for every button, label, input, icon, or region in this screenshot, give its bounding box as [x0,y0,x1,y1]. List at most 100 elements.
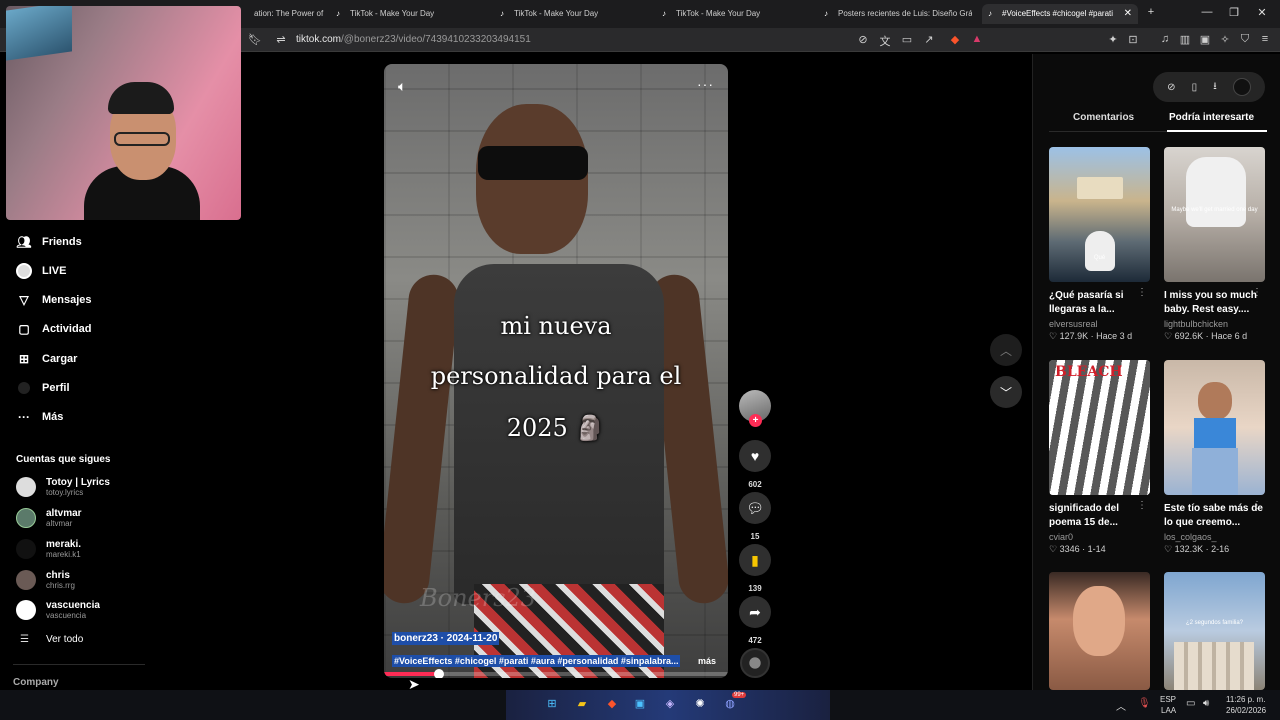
followed-account[interactable]: vascuencia vascuencia [16,598,166,624]
followed-account[interactable]: chris chris.rrg [16,568,166,594]
browser-tab-active[interactable]: ♪ #VoiceEffects #chicogel #parati ✕ [982,4,1138,24]
brave-browser-icon[interactable]: ◆ [604,696,620,712]
phone-icon[interactable]: ▯ [1192,82,1198,93]
discord-icon[interactable]: ◍ [722,696,738,712]
browser-tab[interactable]: ♪ TikTok - Make Your Day [494,4,644,24]
brave-shield-icon[interactable]: ◆ [948,33,962,46]
music-disc-icon[interactable] [740,648,770,678]
sidebar-item-label: Más [42,411,64,423]
sidebar-item-activity[interactable]: ▢ Actividad [16,319,91,339]
brave-rewards-icon[interactable]: ▲ [970,33,984,45]
video-thumbnail[interactable] [1164,360,1265,495]
compass-icon[interactable]: ⊘ [1167,82,1175,93]
followed-account[interactable]: Totoy | Lyrics totoy.lyrics [16,475,166,501]
clock-date[interactable]: 26/02/2026 [1226,706,1266,715]
suggested-video-card[interactable]: ¿2 segundos familia? [1164,572,1266,690]
clock-time[interactable]: 11:26 p. m. [1226,695,1265,704]
volume-icon[interactable]: 🔈︎ [398,78,406,95]
suggested-video-card[interactable]: Maybe we'll get married one day I miss y… [1164,147,1266,342]
game-icon[interactable]: ◈ [662,696,678,712]
suggested-video-card[interactable]: BLEACH significado del poema 15 de... cv… [1049,360,1151,555]
user-avatar-icon[interactable] [1232,78,1251,96]
download-icon[interactable]: ⭳ [1213,79,1217,96]
minimize-icon[interactable]: — [1199,6,1215,18]
screenshot-icon[interactable]: ⊡ [1126,33,1140,46]
tab-suggested[interactable]: Podría interesarte [1169,112,1254,123]
followed-account[interactable]: meraki. mareki.k1 [16,537,166,563]
card-options-icon[interactable]: ⋮ [1137,500,1147,511]
see-all-link[interactable]: ☰ Ver todo [20,634,83,645]
sidebar-item-upload[interactable]: ⊞ Cargar [16,349,78,369]
browser-tab[interactable]: ♪ TikTok - Make Your Day [330,4,480,24]
previous-video-button[interactable]: ︿ [990,334,1022,366]
card-options-icon[interactable]: ⋮ [1137,287,1147,298]
tab-comments[interactable]: Comentarios [1073,112,1134,123]
video-progress-handle[interactable] [434,669,445,678]
chatgpt-icon[interactable]: ✺ [692,696,708,712]
close-window-icon[interactable]: ✕ [1254,6,1270,19]
save-action[interactable]: ▮ 139 [738,544,772,593]
media-icon[interactable]: ♫ [1158,33,1172,45]
restore-icon[interactable]: ❐ [1226,6,1242,19]
sidebar-item-profile[interactable]: Perfil [16,378,70,398]
bookmark-icon[interactable]: ▮ [739,544,771,576]
more-description-button[interactable]: más [698,656,716,666]
cast-icon[interactable]: ▭ [900,33,914,46]
suggested-video-card[interactable] [1049,572,1151,690]
sidebar-item-more[interactable]: ··· Más [16,407,63,427]
suggested-video-card[interactable]: Este tío sabe más de lo que creemo... lo… [1164,360,1266,555]
sidebar-icon[interactable]: ▥ [1178,33,1192,46]
translate-icon[interactable]: 文 [878,33,892,49]
upload-icon: ⊞ [18,352,30,366]
no-tracking-icon[interactable]: ⊘ [856,33,870,46]
tray-chevron-icon[interactable]: ︿ [1116,698,1126,713]
file-explorer-icon[interactable]: ▰ [574,696,590,712]
network-icon[interactable]: ▭ [1186,698,1195,709]
heart-icon[interactable]: ♥ [739,440,771,472]
volume-tray-icon[interactable]: 🔊︎ [1203,698,1209,709]
followed-account[interactable]: altvmar altvmar [16,506,166,532]
more-options-icon[interactable]: ··· [697,76,714,92]
suggested-video-card[interactable]: Qué ¿Qué pasaría si llegaras a la... elv… [1049,147,1151,342]
new-tab-button[interactable]: + [1143,6,1159,18]
share-action[interactable]: ➦ 472 [738,596,772,645]
browser-tab[interactable]: ♪ TikTok - Make Your Day [656,4,806,24]
card-options-icon[interactable]: ⋮ [1252,287,1262,298]
close-tab-icon[interactable]: ✕ [1124,4,1132,24]
share-icon[interactable]: ↗ [922,33,936,46]
video-hashtags[interactable]: #VoiceEffects #chicogel #parati #aura #p… [392,655,681,667]
video-author-date[interactable]: bonerz23 · 2024-11-20 [392,632,500,645]
next-video-button[interactable]: ﹀ [990,376,1022,408]
company-link[interactable]: Company [13,677,59,688]
video-progress-bar[interactable] [384,669,728,678]
vpn-icon[interactable]: ⛉ [1238,33,1252,46]
url-field[interactable]: tiktok.com/@bonerz23/video/7439410233203… [296,34,531,45]
microphone-icon[interactable]: 🎙︎ [1138,698,1151,709]
like-action[interactable]: ♥ 602 [738,440,772,489]
language-code[interactable]: ESP [1160,695,1176,704]
comment-icon[interactable]: 💬︎ [739,492,771,524]
menu-icon[interactable]: ≡ [1258,33,1272,45]
bookmark-icon[interactable]: 🔖︎ [248,33,262,46]
leo-ai-icon[interactable]: ✧ [1218,33,1232,46]
video-thumbnail[interactable]: Maybe we'll get married one day [1164,147,1265,282]
sidebar-item-friends[interactable]: 👥︎ Friends [16,232,81,252]
browser-tab[interactable]: ♪ Posters recientes de Luis: Diseño Grá [818,4,972,24]
card-options-icon[interactable]: ⋮ [1252,500,1262,511]
video-thumbnail[interactable]: Qué [1049,147,1150,282]
share-icon[interactable]: ➦ [739,596,771,628]
video-thumbnail[interactable]: ¿2 segundos familia? [1164,572,1265,690]
sidebar-item-messages[interactable]: ▽ Mensajes [16,290,91,310]
follow-plus-icon[interactable]: + [749,414,762,427]
browser-tab[interactable]: ation: The Power of E [248,4,326,24]
site-settings-icon[interactable]: ⇌ [274,33,288,46]
store-icon[interactable]: ▣ [632,696,648,712]
extensions-icon[interactable]: ✦ [1106,33,1120,46]
video-player[interactable]: mi nueva personalidad para el 2025 🗿 Bon… [384,64,728,678]
windows-start-icon[interactable]: ⊞ [544,696,560,712]
wallet-icon[interactable]: ▣ [1198,33,1212,46]
video-thumbnail[interactable]: BLEACH [1049,360,1150,495]
comment-action[interactable]: 💬︎ 15 [738,492,772,541]
sidebar-item-live[interactable]: LIVE [16,261,66,281]
video-thumbnail[interactable] [1049,572,1150,690]
